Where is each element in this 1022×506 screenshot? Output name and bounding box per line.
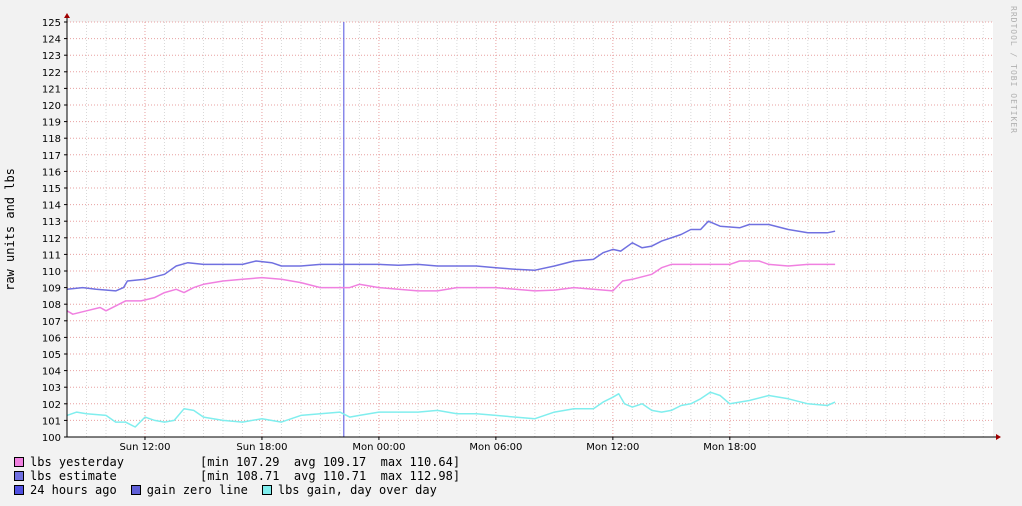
legend-swatch-24-hours-ago (14, 485, 24, 495)
legend-swatch-gain-zero-line (130, 485, 141, 495)
y-tick-label: 100 (42, 433, 61, 444)
legend-row-lbs-estimate: lbs estimate [min 108.71 avg 110.71 max … (14, 469, 460, 483)
legend-swatch-lbs-gain (261, 485, 272, 495)
y-tick-label: 118 (42, 134, 61, 145)
y-tick-label: 116 (42, 167, 61, 178)
chart: 100 101 102 103 104 105 106 107 108 109 110 111 112 1… (3, 13, 1001, 453)
y-tick-label: 112 (42, 234, 61, 245)
x-tick-label: Mon 06:00 (469, 442, 522, 453)
legend-label-gain-zero-line: gain zero line (146, 483, 248, 497)
legend-swatch-lbs-estimate (14, 471, 24, 481)
y-tick-label: 102 (42, 400, 61, 411)
y-tick-label: 124 (42, 35, 61, 46)
y-tick-label: 114 (42, 201, 61, 212)
y-tick-label: 110 (42, 267, 61, 278)
legend-label-lbs-yesterday: lbs yesterday (30, 455, 124, 469)
y-tick-label: 119 (42, 118, 61, 129)
y-tick-label: 107 (42, 317, 61, 328)
y-tick-label: 113 (42, 217, 61, 228)
y-tick-label: 109 (42, 284, 61, 295)
rrdtool-credit: RRDTOOL / TOBI OETIKER (1009, 6, 1018, 134)
x-tick-label: Mon 18:00 (703, 442, 756, 453)
plot-area (67, 22, 993, 437)
y-tick-label: 121 (42, 84, 61, 95)
legend-label-24-hours-ago: 24 hours ago (30, 483, 117, 497)
legend-item-gain-zero-line: gain zero line (130, 483, 248, 497)
y-axis-arrow (64, 13, 70, 18)
legend-stats-lbs-estimate: [min 108.71 avg 110.71 max 112.98] (200, 469, 461, 483)
x-tick-label: Sun 18:00 (236, 442, 287, 453)
legend-label-lbs-gain: lbs gain, day over day (277, 483, 437, 497)
x-tick-label: Mon 00:00 (352, 442, 405, 453)
y-axis-label: raw units and lbs (3, 168, 17, 291)
y-tick-label: 125 (42, 18, 61, 29)
legend-item-lbs-gain: lbs gain, day over day (261, 483, 437, 497)
y-tick-label: 104 (42, 367, 61, 378)
y-tick-label: 111 (42, 250, 61, 261)
y-tick-label: 117 (42, 151, 61, 162)
y-tick-label: 105 (42, 350, 61, 361)
legend-swatch-lbs-yesterday (14, 457, 24, 467)
y-tick-label: 120 (42, 101, 61, 112)
legend-row-3: 24 hours ago gain zero line lbs gain, da… (14, 483, 460, 497)
legend-stats-lbs-yesterday: [min 107.29 avg 109.17 max 110.64] (200, 455, 461, 469)
x-axis-arrow (996, 434, 1001, 440)
y-tick-label: 115 (42, 184, 61, 195)
y-tick-label: 106 (42, 333, 61, 344)
legend-item-24-hours-ago: 24 hours ago (14, 483, 117, 497)
x-tick-label: Sun 12:00 (119, 442, 170, 453)
legend-row-lbs-yesterday: lbs yesterday [min 107.29 avg 109.17 max… (14, 455, 460, 469)
y-tick-label: 103 (42, 383, 61, 394)
legend-label-lbs-estimate: lbs estimate (30, 469, 117, 483)
x-tick-label: Mon 12:00 (586, 442, 639, 453)
y-tick-label: 108 (42, 300, 61, 311)
y-tick-label: 123 (42, 51, 61, 62)
y-tick-label: 101 (42, 416, 61, 427)
y-tick-label: 122 (42, 68, 61, 79)
legend: lbs yesterday [min 107.29 avg 109.17 max… (14, 455, 460, 497)
